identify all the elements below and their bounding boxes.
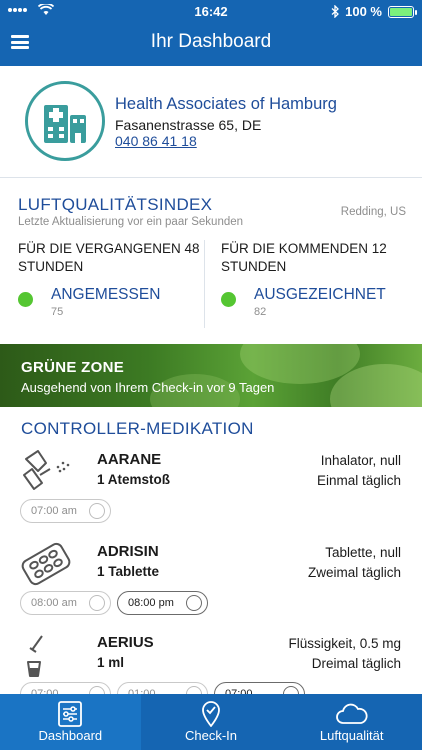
tab-label: Check-In [184,728,238,743]
battery-percent: 100 % [345,4,382,19]
provider-name: Health Associates of Hamburg [115,95,337,113]
medication-frequency: Dreimal täglich [311,656,401,671]
medication-item[interactable]: AARANE 1 Atemstoß Inhalator, null Einmal… [0,449,422,539]
medication-frequency: Zweimal täglich [307,565,401,580]
tab-bar: Dashboard Check-In Luftqualität [0,694,422,750]
tab-label: Dashboard [38,728,103,743]
status-right: 100 % [331,4,417,19]
dose-slots: 07:00 am [20,499,111,523]
air-quality-title: LUFTQUALITÄTSINDEX [18,195,213,214]
tab-check-in[interactable]: Check-In [141,694,282,750]
air-quality-future-label: FÜR DIE KOMMENDEN 12 STUNDEN [221,241,387,274]
medication-dose: 1 Atemstoß [97,472,171,487]
dose-slot-time: 07:00 am [31,505,77,517]
location-pin-check-icon [202,701,220,727]
hospital-building-icon [25,81,105,161]
medication-name: AARANE [97,451,162,468]
battery-icon [388,5,417,18]
air-quality-past-index: 75 [51,306,64,318]
medication-name: ADRISIN [97,543,159,560]
medication-name: AERIUS [97,634,154,651]
zone-subtitle: Ausgehend von Ihrem Check-in vor 9 Tagen [21,380,275,395]
pill-blister-icon [21,542,71,586]
zone-title: GRÜNE ZONE [21,359,125,376]
provider-phone-link[interactable]: 040 86 41 18 [115,133,197,149]
dose-slots: 08:00 am 08:00 pm [20,591,208,615]
dose-slot-toggle[interactable]: 08:00 pm [117,591,208,615]
tab-label: Luftqualität [319,728,384,743]
medication-frequency: Einmal täglich [316,473,401,488]
liquid-dropper-icon [27,635,43,677]
tab-dashboard[interactable]: Dashboard [0,694,141,750]
air-quality-future-value: AUSGEZEICHNET [254,286,386,303]
status-dot [221,292,236,307]
page-title: Ihr Dashboard [150,31,272,52]
dose-slot-toggle[interactable]: 07:00 am [20,499,111,523]
air-quality-past-label: FÜR DIE VERGANGENEN 48 STUNDEN [18,241,200,274]
air-quality-updated: Letzte Aktualisierung vor ein paar Sekun… [18,216,244,228]
divider [0,177,422,178]
medication-item[interactable]: ADRISIN 1 Tablette Tablette, null Zweima… [0,541,422,631]
air-quality-future-index: 82 [254,306,267,318]
air-quality-location[interactable]: Redding, US [341,206,406,218]
dashboard-sliders-icon [58,701,83,727]
bluetooth-icon [331,5,340,18]
checkbox-circle-icon [89,503,105,519]
tab-air-quality[interactable]: Luftqualität [281,694,422,750]
checkbox-circle-icon [89,595,105,611]
medication-type: Flüssigkeit, 0.5 mg [288,636,401,651]
inhaler-icon [23,450,70,490]
divider [204,240,205,328]
dose-slot-time: 08:00 pm [128,597,174,609]
checkbox-circle-icon [186,595,202,611]
dose-slot-time: 08:00 am [31,597,77,609]
air-quality-past-value: ANGEMESSEN [51,286,161,303]
medication-title: CONTROLLER-MEDIKATION [21,419,254,438]
provider-address: Fasanenstrasse 65, DE [115,117,262,133]
status-dot [18,292,33,307]
medication-type: Tablette, null [325,545,401,560]
medication-type: Inhalator, null [320,453,401,468]
status-bar: 16:42 100 % [0,0,422,22]
air-quality-past[interactable]: FÜR DIE VERGANGENEN 48 STUNDEN ANGEMESSE… [18,240,208,318]
medication-dose: 1 Tablette [97,564,160,579]
provider-card[interactable]: Health Associates of Hamburg Fasanenstra… [0,66,422,174]
zone-banner[interactable]: GRÜNE ZONE Ausgehend von Ihrem Check-in … [0,344,422,407]
cloud-icon [335,703,368,724]
app-header: 16:42 100 % Ihr Dashboard [0,0,422,66]
medication-dose: 1 ml [97,655,125,670]
air-quality-future[interactable]: FÜR DIE KOMMENDEN 12 STUNDEN AUSGEZEICHN… [221,240,411,318]
dose-slot-toggle[interactable]: 08:00 am [20,591,111,615]
